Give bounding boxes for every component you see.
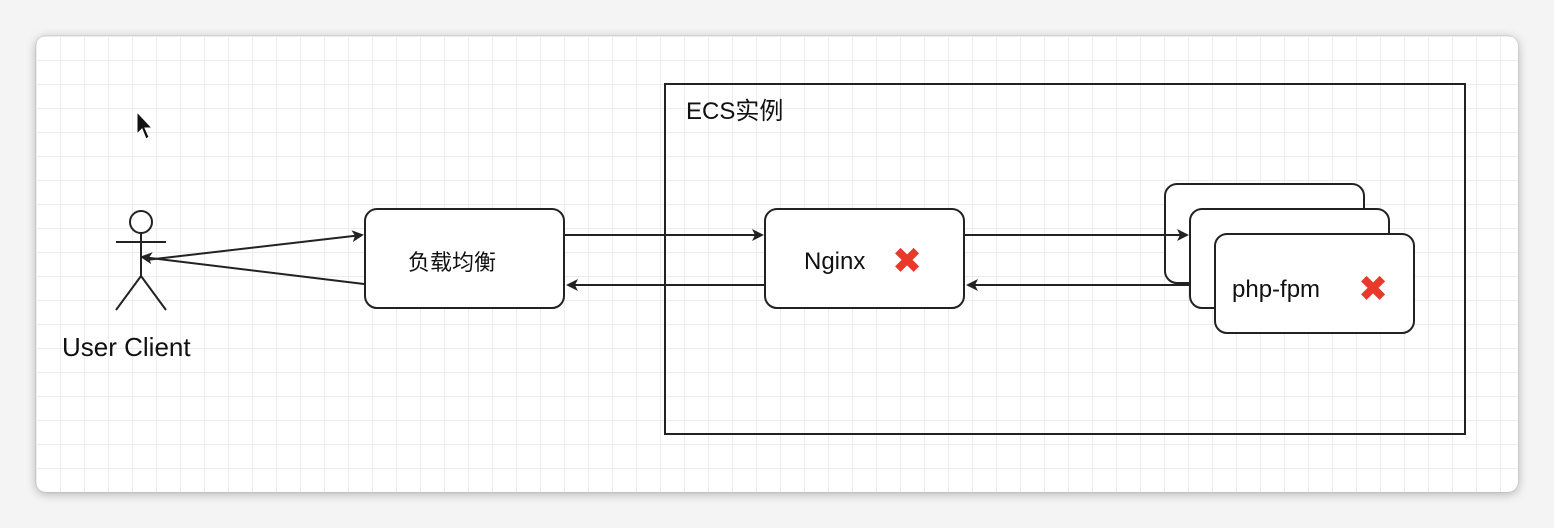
actor-label: User Client: [62, 332, 191, 362]
user-client-actor[interactable]: [115, 210, 167, 311]
edge-lb-to-client[interactable]: [140, 252, 365, 285]
edge-client-to-lb[interactable]: [145, 230, 364, 261]
red-x-icon: ✖: [1358, 269, 1389, 310]
nginx-label: Nginx: [804, 248, 866, 275]
cursor-icon: [136, 110, 154, 140]
php-fpm-label: php-fpm: [1232, 276, 1321, 303]
container-label: ECS实例: [686, 98, 784, 125]
load-balancer-label: 负载均衡: [408, 250, 497, 275]
red-x-icon: ✖: [892, 241, 923, 282]
diagram-canvas: User Client ECS实例 负载均衡 Nginx ✖ php-fpm ✖: [36, 36, 1518, 492]
